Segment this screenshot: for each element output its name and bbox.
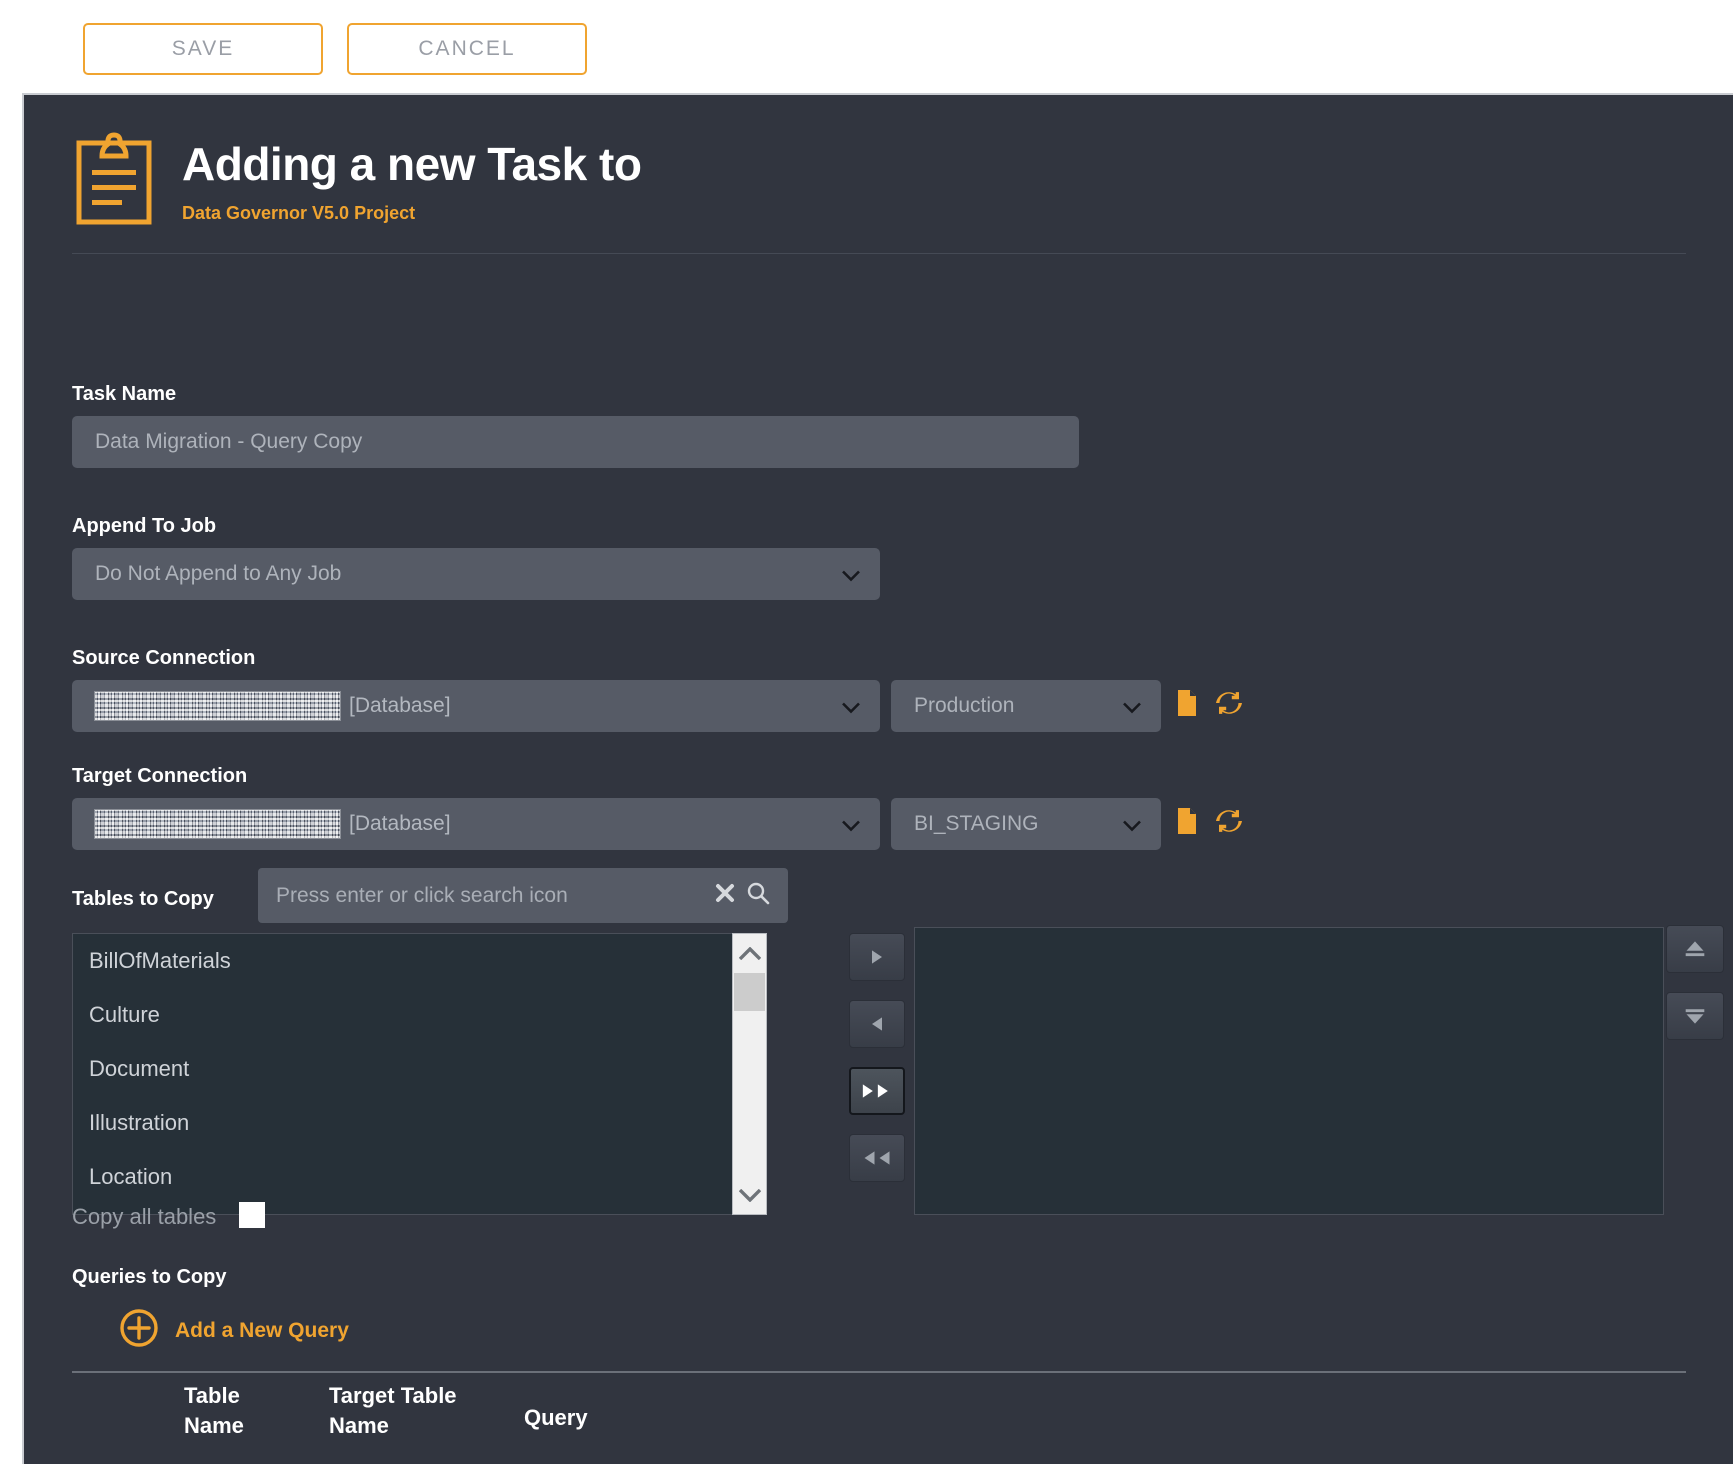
scroll-up-icon[interactable] xyxy=(733,939,766,967)
chevron-down-icon xyxy=(1123,701,1141,714)
chevron-down-icon xyxy=(1123,819,1141,832)
column-header-target-table-name: Target Table Name xyxy=(329,1383,457,1438)
save-button[interactable]: SAVE xyxy=(83,23,323,75)
source-refresh-icon[interactable] xyxy=(1215,689,1243,722)
task-name-input[interactable]: Data Migration - Query Copy xyxy=(72,416,1079,468)
add-new-query-label: Add a New Query xyxy=(175,1318,349,1342)
queries-to-copy-label: Queries to Copy xyxy=(72,1266,227,1288)
target-database-value: BI_STAGING xyxy=(914,812,1039,835)
source-database-value: Production xyxy=(914,694,1015,717)
scrollbar-thumb[interactable] xyxy=(734,973,765,1011)
available-table-item[interactable]: Culture xyxy=(73,988,766,1042)
redacted-connection-name xyxy=(94,809,341,839)
header-divider xyxy=(72,253,1686,254)
action-toolbar: SAVE CANCEL xyxy=(0,0,1733,93)
append-to-job-label: Append To Job xyxy=(72,515,217,537)
move-to-bottom-button[interactable] xyxy=(1666,992,1724,1040)
dialog-header: Adding a new Task to Data Governor V5.0 … xyxy=(24,95,1733,273)
tables-to-copy-label: Tables to Copy xyxy=(72,888,214,910)
tables-search-input[interactable]: Press enter or click search icon xyxy=(258,884,714,908)
source-connection-label: Source Connection xyxy=(72,647,256,669)
add-new-query-button[interactable]: Add a New Query xyxy=(119,1308,349,1353)
move-all-right-button[interactable] xyxy=(849,1067,905,1115)
plus-circle-icon xyxy=(119,1308,159,1353)
cancel-button[interactable]: CANCEL xyxy=(347,23,587,75)
move-to-top-button[interactable] xyxy=(1666,925,1724,973)
save-button-label: SAVE xyxy=(171,37,235,60)
clear-search-icon[interactable] xyxy=(714,882,736,909)
available-table-item[interactable]: Location xyxy=(73,1150,766,1204)
source-file-icon[interactable] xyxy=(1176,689,1198,722)
target-database-select[interactable]: BI_STAGING xyxy=(891,798,1161,850)
chevron-down-icon xyxy=(842,819,860,832)
source-database-select[interactable]: Production xyxy=(891,680,1161,732)
column-header-table-name: Table Name xyxy=(184,1383,244,1438)
search-icon[interactable] xyxy=(746,881,770,910)
app-window: SAVE CANCEL Adding a new Task to Data Go… xyxy=(0,0,1733,1464)
available-list-scrollbar[interactable] xyxy=(732,933,767,1215)
move-right-button[interactable] xyxy=(849,933,905,981)
chevron-down-icon xyxy=(842,569,860,582)
clipboard-icon xyxy=(76,131,152,225)
column-header-query: Query xyxy=(524,1405,588,1430)
available-table-item[interactable]: BillOfMaterials xyxy=(73,934,766,988)
target-connection-select[interactable]: [Database] xyxy=(72,798,880,850)
redacted-connection-name xyxy=(94,691,341,721)
source-connection-select[interactable]: [Database] xyxy=(72,680,880,732)
task-name-placeholder: Data Migration - Query Copy xyxy=(95,430,363,453)
task-dialog-panel: Adding a new Task to Data Governor V5.0 … xyxy=(22,93,1733,1464)
copy-all-tables-checkbox[interactable] xyxy=(239,1202,265,1228)
source-connection-suffix: [Database] xyxy=(349,694,451,717)
target-refresh-icon[interactable] xyxy=(1215,807,1243,840)
move-left-button[interactable] xyxy=(849,1000,905,1048)
queries-table-divider xyxy=(72,1371,1686,1373)
available-tables-list[interactable]: BillOfMaterials Culture Document Illustrati… xyxy=(72,933,767,1215)
page-subtitle: Data Governor V5.0 Project xyxy=(182,203,416,223)
page-title: Adding a new Task to xyxy=(182,138,642,190)
target-connection-label: Target Connection xyxy=(72,765,248,787)
available-table-item[interactable]: Document xyxy=(73,1042,766,1096)
copy-all-tables-label: Copy all tables xyxy=(72,1204,217,1229)
target-file-icon[interactable] xyxy=(1176,807,1198,840)
target-connection-suffix: [Database] xyxy=(349,812,451,835)
chevron-down-icon xyxy=(842,701,860,714)
scroll-down-icon[interactable] xyxy=(733,1181,766,1209)
cancel-button-label: CANCEL xyxy=(418,37,516,60)
move-all-left-button[interactable] xyxy=(849,1134,905,1182)
append-to-job-value: Do Not Append to Any Job xyxy=(95,562,342,585)
available-table-item[interactable]: Illustration xyxy=(73,1096,766,1150)
task-name-label: Task Name xyxy=(72,383,177,405)
tables-search-box[interactable]: Press enter or click search icon xyxy=(258,868,788,923)
append-to-job-select[interactable]: Do Not Append to Any Job xyxy=(72,548,880,600)
selected-tables-list[interactable] xyxy=(914,927,1664,1215)
